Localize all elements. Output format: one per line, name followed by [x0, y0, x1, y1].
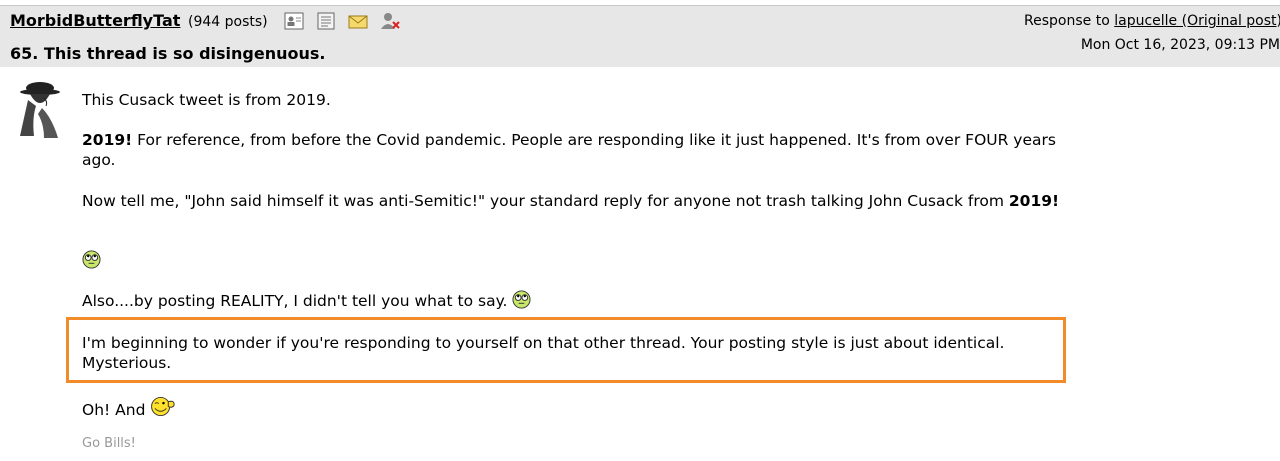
post-header: MorbidButterflyTat (944 posts) 65. This … [0, 6, 1280, 67]
author-link[interactable]: MorbidButterflyTat [10, 11, 180, 30]
response-prefix: Response to [1024, 13, 1115, 29]
ignore-icon[interactable] [379, 11, 401, 31]
paragraph-3: Now tell me, "John said himself it was a… [82, 191, 1072, 211]
bold-2019: 2019! [82, 131, 133, 149]
post-date: Mon Oct 16, 2023, 09:13 PM [1080, 37, 1280, 53]
original-post-link[interactable]: lapucelle (Original post) [1114, 13, 1280, 29]
paragraph-2: 2019! For reference, from before the Cov… [82, 130, 1072, 170]
paragraph-4: Also....by posting REALITY, I didn't tel… [82, 290, 1072, 311]
paragraph-2-text: For reference, from before the Covid pan… [82, 131, 1056, 169]
post-count: (944 posts) [188, 14, 268, 30]
rolling-eyes-icon [82, 250, 101, 269]
paragraph-6-text: Oh! And [82, 401, 151, 419]
profile-icon[interactable] [283, 11, 305, 31]
email-icon[interactable] [347, 11, 369, 31]
journal-icon[interactable] [315, 11, 337, 31]
bold-2019-second: 2019! [1008, 192, 1060, 210]
author-icons [283, 11, 401, 31]
avatar[interactable] [14, 78, 70, 142]
paragraph-6: Oh! And [82, 396, 1072, 420]
winking-smiley-icon [151, 396, 175, 417]
paragraph-4-text: Also....by posting REALITY, I didn't tel… [82, 292, 513, 310]
post-title: 65. This thread is so disingenuous. [10, 44, 326, 63]
paragraph-1: This Cusack tweet is from 2019. [82, 91, 331, 109]
signature: Go Bills! [82, 436, 136, 451]
rolling-eyes-icon [512, 290, 531, 309]
paragraph-3-text: Now tell me, "John said himself it was a… [82, 192, 1009, 210]
response-to: Response to lapucelle (Original post) [1024, 13, 1280, 29]
highlight-box [66, 317, 1066, 383]
